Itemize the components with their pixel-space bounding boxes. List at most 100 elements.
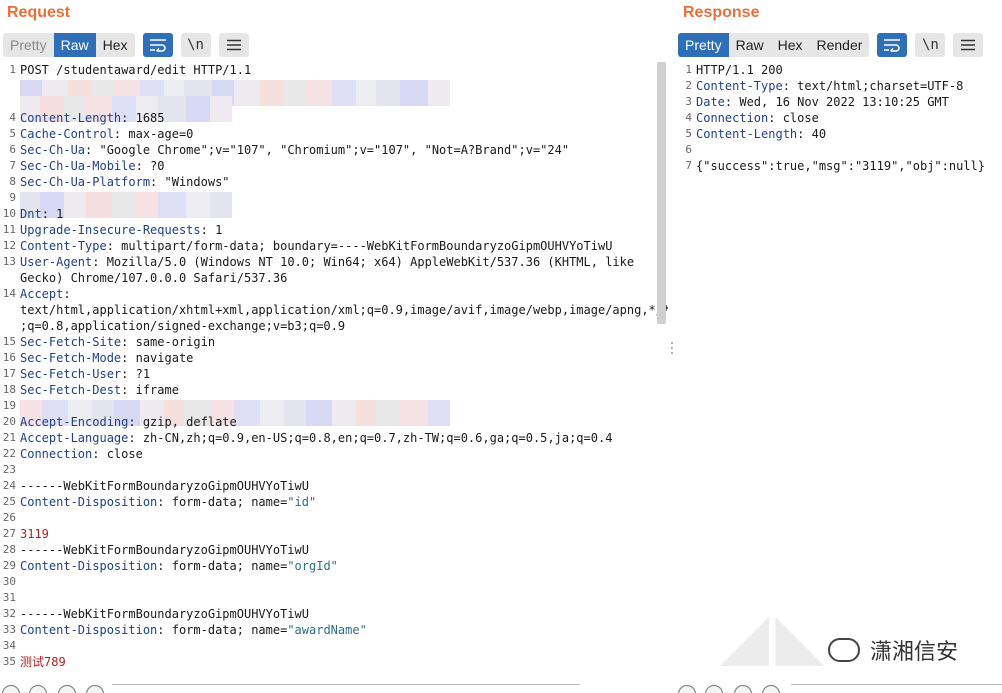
line-number: 10 [2, 207, 16, 220]
code-text: Upgrade-Insecure-Requests: 1 [20, 222, 222, 238]
request-menu-button[interactable] [218, 33, 249, 57]
code-text: Sec-Ch-Ua-Platform: "Windows" [20, 174, 230, 190]
code-text: Content-Disposition: form-data; name="aw… [20, 622, 367, 638]
code-token: : same-origin [121, 335, 216, 349]
tab-hex[interactable]: Hex [96, 33, 135, 57]
code-line: 5 Cache-Control: max-age=0 [0, 126, 656, 142]
request-editor[interactable]: 1 POST /studentaward/edit HTTP/1.1 4 Conten… [0, 62, 668, 693]
line-number: 7 [685, 159, 692, 172]
header-name: User-Agent [20, 255, 93, 269]
pane-divider[interactable]: · · · [668, 0, 676, 693]
line-number: 22 [2, 447, 16, 460]
header-name: Sec-Fetch-Dest [20, 383, 122, 397]
header-name: Sec-Fetch-User [20, 367, 122, 381]
line-number: 5 [685, 127, 692, 140]
show-newlines-toggle[interactable]: \n [180, 33, 211, 57]
watermark: 潇湘信安 [828, 634, 958, 666]
tab-render[interactable]: Render [810, 33, 870, 57]
tab-raw[interactable]: Raw [729, 33, 771, 57]
line-number: 21 [2, 431, 16, 444]
code-line: 32 ------WebKitFormBoundaryzoGipmOUHVYoTi… [0, 606, 656, 622]
newline-icon: \n [921, 37, 939, 53]
code-line: 11 Upgrade-Insecure-Requests: 1 [0, 222, 656, 238]
tab-pretty[interactable]: Pretty [3, 33, 54, 57]
tab-hex[interactable]: Hex [771, 33, 810, 57]
code-text: User-Agent: Mozilla/5.0 (Windows NT 10.0… [20, 254, 634, 270]
code-line: 10 Dnt: 1 [0, 206, 656, 222]
code-text: 测试789 [20, 654, 66, 670]
code-line: 25 Content-Disposition: form-data; name="… [0, 494, 656, 510]
line-number: 5 [9, 127, 16, 140]
show-newlines-toggle[interactable]: \n [915, 33, 946, 57]
code-line: 24 ------WebKitFormBoundaryzoGipmOUHVYoTi… [0, 478, 656, 494]
code-token: : zh-CN,zh;q=0.9,en-US;q=0.8,en;q=0.7,zh… [128, 431, 613, 445]
code-token: : 1 [200, 223, 223, 237]
request-search-input[interactable] [112, 684, 580, 693]
line-number: 29 [2, 559, 16, 572]
code-token: 测试789 [20, 655, 66, 669]
code-text: Accept-Language: zh-CN,zh;q=0.9,en-US;q=… [20, 430, 612, 446]
code-text: 3119 [20, 526, 49, 542]
code-line: 27 3119 [0, 526, 656, 542]
code-token: : text/html;charset=UTF-8 [782, 79, 964, 93]
code-line: 7 {"success":true,"msg":"3119","obj":null… [676, 158, 1002, 174]
line-number: 27 [2, 527, 16, 540]
code-token: : [63, 287, 71, 301]
header-name: Connection [696, 111, 769, 125]
code-token: 3119 [20, 527, 49, 541]
line-number: 3 [685, 95, 692, 108]
code-line: 20 Accept-Encoding: gzip, deflate [0, 414, 656, 430]
header-name: Content-Length [20, 111, 122, 125]
code-text: Content-Disposition: form-data; name="id… [20, 494, 316, 510]
header-name: Accept-Language [20, 431, 129, 445]
code-line: 18 Sec-Fetch-Dest: iframe [0, 382, 656, 398]
header-name: Content-Disposition [20, 495, 158, 509]
line-number: 24 [2, 479, 16, 492]
code-text: Connection: close [20, 446, 143, 462]
response-menu-button[interactable] [953, 33, 984, 57]
line-number: 4 [9, 111, 16, 124]
code-text: Content-Type: text/html;charset=UTF-8 [696, 78, 963, 94]
code-text: POST /studentaward/edit HTTP/1.1 [20, 62, 251, 78]
header-name: Connection [20, 447, 93, 461]
line-number: 19 [2, 399, 16, 412]
tab-pretty[interactable]: Pretty [678, 33, 729, 57]
line-number: 28 [2, 543, 16, 556]
code-line: text/html,application/xhtml+xml,applicat… [0, 302, 668, 318]
header-name: Content-Type [696, 79, 783, 93]
header-name: Accept-Encoding [20, 415, 129, 429]
code-token: Gecko) Chrome/107.0.0.0 Safari/537.36 [20, 271, 288, 285]
code-line: 9 [0, 190, 656, 218]
word-wrap-toggle[interactable] [877, 33, 908, 57]
code-line: 8 Sec-Ch-Ua-Platform: "Windows" [0, 174, 656, 190]
line-number: 1 [685, 63, 692, 76]
code-token: : 1 [41, 207, 64, 221]
word-wrap-icon [884, 39, 901, 52]
line-number: 4 [685, 111, 692, 124]
code-line: 35 测试789 [0, 654, 656, 670]
line-number: 18 [2, 383, 16, 396]
code-line: 1 POST /studentaward/edit HTTP/1.1 [0, 62, 656, 78]
header-name: Accept [20, 287, 64, 301]
code-line: 21 Accept-Language: zh-CN,zh;q=0.9,en-US;… [0, 430, 656, 446]
line-number: 32 [2, 607, 16, 620]
request-scrollbar[interactable] [657, 62, 666, 324]
header-name: Sec-Fetch-Site [20, 335, 122, 349]
response-view-tabs: Pretty Raw Hex Render [678, 33, 870, 57]
code-token: "orgId" [287, 559, 338, 573]
tab-raw[interactable]: Raw [53, 33, 96, 57]
code-line: 22 Connection: close [0, 446, 656, 462]
code-text: Cache-Control: max-age=0 [20, 126, 193, 142]
code-token: : close [92, 447, 143, 461]
code-text: Connection: close [696, 110, 819, 126]
code-token: : close [768, 111, 819, 125]
header-name: Dnt [20, 207, 42, 221]
word-wrap-toggle[interactable] [142, 33, 173, 57]
line-number: 34 [2, 639, 16, 652]
code-line: ;q=0.8,application/signed-exchange;v=b3;… [0, 318, 656, 334]
response-search-input[interactable] [791, 684, 1002, 693]
wechat-icon [828, 638, 860, 662]
code-token: ;q=0.8,application/signed-exchange;v=b3;… [20, 319, 346, 333]
response-editor[interactable]: 1 HTTP/1.1 200 2 Content-Type: text/html;ch… [676, 62, 1002, 693]
code-token: : form-data; name= [157, 495, 288, 509]
